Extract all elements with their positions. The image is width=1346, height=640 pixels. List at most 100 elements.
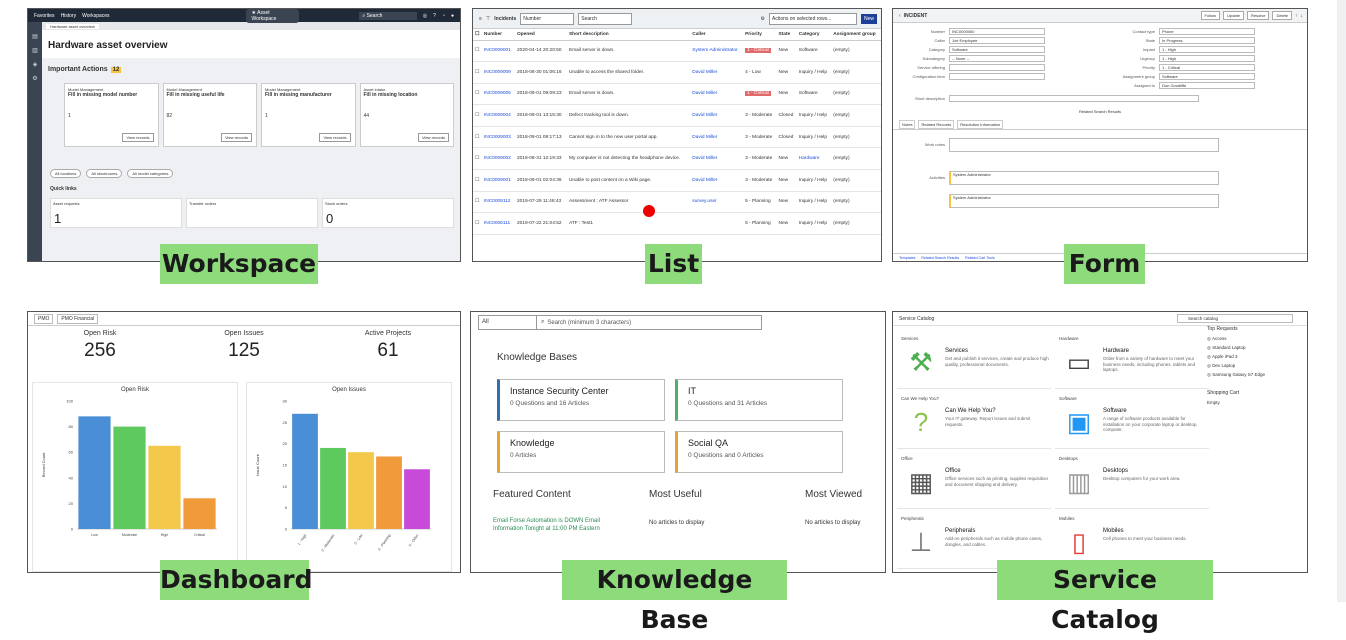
caller-link[interactable]: David Miller: [690, 104, 744, 127]
avatar[interactable]: ●: [451, 13, 454, 19]
caller-link[interactable]: David Miller: [690, 169, 744, 192]
stat-open-issues[interactable]: Open Issues 125: [184, 330, 304, 362]
view-records-button[interactable]: View records: [122, 133, 154, 142]
top-request-item[interactable]: ◎ Apple iPad 3: [1207, 354, 1307, 360]
field-input[interactable]: Software: [1159, 73, 1255, 80]
incident-number-link[interactable]: INC0009001: [481, 40, 515, 63]
back-icon[interactable]: ‹: [899, 13, 901, 19]
caller-link[interactable]: [690, 212, 744, 235]
field-input[interactable]: -- None --: [949, 55, 1045, 62]
row-checkbox[interactable]: ☐: [473, 191, 482, 214]
stat-active-projects[interactable]: Active Projects 61: [328, 330, 448, 362]
gear-icon[interactable]: ⚙: [761, 16, 765, 22]
bar[interactable]: [183, 498, 216, 529]
field-input[interactable]: 1 - Critical: [1159, 64, 1255, 71]
incident-number-link[interactable]: INC0009005: [481, 83, 515, 106]
caller-link[interactable]: survey.user: [690, 191, 744, 214]
featured-link[interactable]: Email Forse Automation is DOWN Email Inf…: [493, 517, 609, 533]
quick-link-card[interactable]: Transfer orders: [186, 198, 318, 228]
column-header[interactable]: Priority: [743, 29, 777, 41]
catalog-item[interactable]: Desktops ▥ Desktops Desktop computers for y…: [1055, 454, 1209, 509]
related-search[interactable]: Related Search Results: [893, 109, 1307, 114]
actions-select[interactable]: Actions on selected rows...: [768, 12, 857, 25]
row-checkbox[interactable]: ☐: [473, 169, 482, 192]
bar[interactable]: [320, 447, 346, 529]
quick-link-card[interactable]: Stock orders 0: [322, 198, 454, 228]
column-header[interactable]: State: [776, 29, 797, 41]
top-request-item[interactable]: ◎ Standard Laptop: [1207, 345, 1307, 351]
tab-resolution[interactable]: Resolution Information: [957, 120, 1004, 129]
table-row[interactable]: ☐ INC0008112 2019-07-29 11:48:43 Assessment…: [473, 191, 881, 214]
column-header[interactable]: Caller: [690, 29, 744, 41]
up-icon[interactable]: ↑: [1295, 13, 1298, 19]
menu-icon[interactable]: ≡: [479, 16, 482, 22]
incident-number-link[interactable]: INC0009009: [481, 61, 515, 84]
table-row[interactable]: ☐ INC0009003 2018-09-01 09:17:13 Cannot sig…: [473, 126, 881, 149]
kb-card[interactable]: Knowledge 0 Articles: [497, 431, 665, 473]
row-checkbox[interactable]: ☐: [473, 147, 482, 171]
column-header[interactable]: Assignment group: [831, 29, 881, 41]
kb-card[interactable]: Instance Security Center 0 Questions and …: [497, 379, 665, 421]
bar[interactable]: [148, 445, 181, 529]
field-input[interactable]: INC0000060: [949, 28, 1045, 35]
nav-favorites[interactable]: Favorites: [34, 13, 55, 19]
view-records-button[interactable]: View records: [220, 133, 252, 142]
field-input[interactable]: 1 - High: [1159, 55, 1255, 62]
delete-button[interactable]: Delete: [1272, 11, 1292, 20]
top-request-item[interactable]: ◎ Access: [1207, 336, 1307, 342]
caller-link[interactable]: David Miller: [690, 147, 744, 171]
bar[interactable]: [292, 413, 318, 529]
global-search[interactable]: ⌕ Search: [359, 11, 417, 20]
new-button[interactable]: New: [860, 13, 877, 24]
follow-button[interactable]: Follow: [1200, 11, 1221, 20]
incident-number-link[interactable]: INC0009004: [481, 104, 515, 127]
table-row[interactable]: ☐ INC0009002 2018-08-31 12:19:33 My compute…: [473, 147, 881, 171]
tab-related-records[interactable]: Related Records: [918, 120, 955, 129]
field-input[interactable]: Phone: [1159, 28, 1255, 35]
column-header[interactable]: Opened: [515, 29, 567, 41]
search-field-select[interactable]: Number: [520, 12, 575, 25]
filter-icon[interactable]: ⊤: [486, 16, 490, 22]
filter-locations[interactable]: All locations: [50, 169, 82, 178]
footer-link[interactable]: Templates: [899, 256, 915, 260]
footer-link[interactable]: Related Cart Tools: [965, 256, 995, 260]
tab-pmo[interactable]: PMO: [34, 313, 54, 324]
table-row[interactable]: ☐ INC0009001 2020-04-14 20:20:50 Email serv…: [473, 40, 881, 63]
row-checkbox[interactable]: ☐: [473, 40, 482, 63]
catalog-item[interactable]: Software ▣ Software A range of software pro…: [1055, 394, 1209, 449]
short-description-input[interactable]: [949, 95, 1199, 102]
work-notes-input[interactable]: [949, 137, 1219, 152]
sidebar-icons[interactable]: ▤ ▥ ◈ ⚙: [28, 30, 42, 86]
caller-link[interactable]: David Miller: [690, 83, 744, 106]
row-checkbox[interactable]: ☐: [473, 61, 482, 84]
incident-number-link[interactable]: INC0009002: [481, 147, 515, 171]
row-checkbox[interactable]: ☐: [473, 126, 482, 149]
column-check[interactable]: ☐: [473, 29, 482, 41]
table-row[interactable]: ☐ INC0009005 2018-09-01 09:09:23 Email serv…: [473, 83, 881, 106]
column-header[interactable]: Short description: [566, 29, 691, 41]
update-button[interactable]: Update: [1223, 11, 1244, 20]
incident-number-link[interactable]: INC0008111: [481, 212, 515, 235]
kb-search-input[interactable]: Search (minimum 3 characters): [547, 320, 631, 326]
top-request-item[interactable]: ◎ Samsung Galaxy S7 Edge: [1207, 372, 1307, 378]
down-icon[interactable]: ↓: [1301, 13, 1304, 19]
view-records-button[interactable]: View records: [319, 133, 351, 142]
catalog-item[interactable]: Office ▦ Office Office services such as pri…: [897, 454, 1051, 509]
kb-scope-select[interactable]: All: [479, 316, 537, 329]
caller-link[interactable]: David Miller: [690, 61, 744, 84]
kb-card[interactable]: Social QA 0 Questions and 0 Articles: [675, 431, 843, 473]
page-scrollbar[interactable]: [1337, 0, 1346, 602]
search-input[interactable]: Search: [578, 12, 633, 25]
filter-stockrooms[interactable]: All stockrooms: [86, 169, 123, 178]
column-header[interactable]: Number: [481, 29, 515, 41]
row-checkbox[interactable]: ☐: [473, 83, 482, 106]
bar[interactable]: [404, 469, 430, 529]
tab-pmo-financial[interactable]: PMO Financial: [57, 313, 99, 324]
row-checkbox[interactable]: ☐: [473, 212, 482, 235]
incident-number-link[interactable]: INC0008112: [481, 191, 515, 214]
resolve-button[interactable]: Resolve: [1246, 11, 1270, 20]
field-input[interactable]: [949, 73, 1045, 80]
row-checkbox[interactable]: ☐: [473, 104, 482, 127]
catalog-item[interactable]: Can We Help You?? Can We Help You? Your IT…: [897, 394, 1051, 449]
table-row[interactable]: ☐ INC0009004 2018-09-01 13:15:30 Defect tra…: [473, 104, 881, 127]
